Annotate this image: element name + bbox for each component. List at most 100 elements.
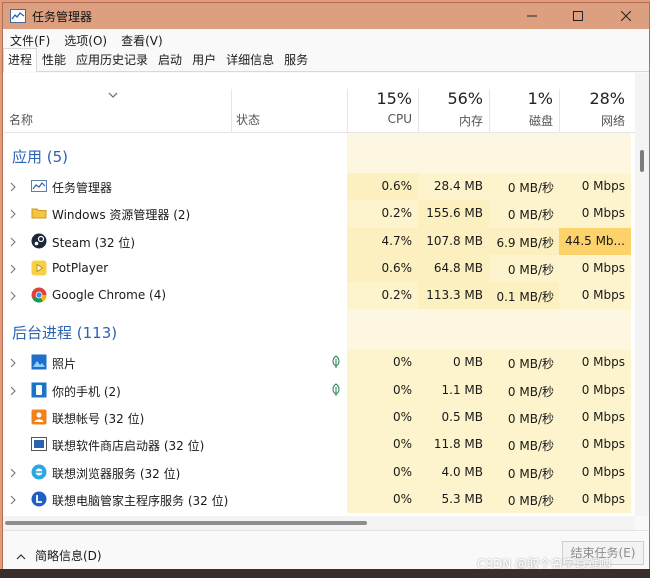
- suspended-leaf-icon: [331, 355, 341, 372]
- menu-file[interactable]: 文件(F): [3, 32, 57, 49]
- disk-value: 0 MB/秒: [507, 208, 554, 223]
- chrome-icon: [31, 287, 47, 303]
- table-row[interactable]: Windows 资源管理器 (2) 0.2% 155.6 MB 0 MB/秒 0…: [3, 200, 635, 228]
- tab-performance[interactable]: 性能: [37, 48, 71, 71]
- horizontal-scroll-thumb[interactable]: [5, 521, 367, 525]
- expand-chevron-icon[interactable]: [10, 385, 16, 399]
- tab-details[interactable]: 详细信息: [221, 48, 279, 71]
- tab-startup[interactable]: 启动: [153, 48, 187, 71]
- cpu-label: CPU: [387, 112, 412, 126]
- steam-icon: [31, 233, 47, 249]
- memory-total-pct: 56%: [447, 89, 483, 108]
- expand-chevron-icon[interactable]: [10, 467, 16, 481]
- disk-value: 6.9 MB/秒: [496, 235, 554, 250]
- watermark-text: CSDN @取个名字真难呐: [477, 557, 612, 570]
- process-name: PotPlayer: [52, 260, 109, 275]
- taskbar: [0, 569, 650, 578]
- chevron-up-icon[interactable]: [16, 549, 26, 563]
- table-row[interactable]: 联想浏览器服务 (32 位) 0% 4.0 MB 0 MB/秒 0 Mbps: [3, 458, 635, 486]
- column-cpu[interactable]: 15% CPU: [347, 73, 418, 132]
- process-name: 你的手机 (2): [52, 384, 121, 399]
- task-manager-window: 任务管理器 文件(F) 选项(O) 查看(V) 进程 性能 应用历史记录 启动 …: [2, 2, 650, 570]
- group-header-background[interactable]: 后台进程 (113): [3, 309, 635, 350]
- table-row[interactable]: 你的手机 (2) 0% 1.1 MB 0 MB/秒 0 Mbps: [3, 376, 635, 405]
- vertical-scrollbar[interactable]: [635, 73, 649, 516]
- maximize-button[interactable]: [555, 3, 601, 29]
- tab-users[interactable]: 用户: [187, 48, 221, 71]
- table-row[interactable]: 任务管理器 0.6% 28.4 MB 0 MB/秒 0 Mbps: [3, 173, 635, 201]
- process-rows: 应用 (5) 任务管理器 0.6% 28.4 MB 0 MB/秒 0 Mbps …: [3, 133, 635, 514]
- disk-value: 0 MB/秒: [507, 466, 554, 481]
- expand-chevron-icon[interactable]: [10, 208, 16, 222]
- cpu-value: 0%: [392, 464, 412, 479]
- disk-total-pct: 1%: [527, 89, 553, 108]
- your-phone-icon: [31, 382, 47, 398]
- column-disk[interactable]: 1% 磁盘: [489, 73, 559, 132]
- process-name: 联想浏览器服务 (32 位): [52, 466, 181, 481]
- disk-value: 0 MB/秒: [507, 493, 554, 508]
- sort-chevron-down-icon[interactable]: [108, 87, 118, 101]
- table-row[interactable]: Steam (32 位) 4.7% 107.8 MB 6.9 MB/秒 44.5…: [3, 227, 635, 255]
- task-manager-icon: [31, 178, 47, 194]
- cpu-value: 0.2%: [381, 206, 413, 221]
- menu-options[interactable]: 选项(O): [57, 32, 114, 49]
- column-name[interactable]: 名称: [9, 111, 33, 128]
- tab-services[interactable]: 服务: [279, 48, 313, 71]
- expand-chevron-icon[interactable]: [10, 236, 16, 250]
- group-header-apps[interactable]: 应用 (5): [3, 133, 635, 173]
- tab-strip: 进程 性能 应用历史记录 启动 用户 详细信息 服务: [3, 48, 649, 72]
- column-memory[interactable]: 56% 内存: [418, 73, 489, 132]
- brief-info-toggle[interactable]: 简略信息(D): [35, 547, 102, 564]
- horizontal-scrollbar[interactable]: [3, 516, 635, 530]
- column-status[interactable]: 状态: [236, 111, 260, 128]
- memory-value: 113.3 MB: [426, 288, 483, 303]
- expand-chevron-icon[interactable]: [10, 181, 16, 195]
- network-value: 0 Mbps: [581, 260, 625, 275]
- memory-value: 28.4 MB: [433, 179, 483, 193]
- table-row[interactable]: 联想帐号 (32 位) 0% 0.5 MB 0 MB/秒 0 Mbps: [3, 404, 635, 432]
- cpu-total-pct: 15%: [376, 89, 412, 108]
- expand-chevron-icon[interactable]: [10, 494, 16, 508]
- expand-chevron-icon[interactable]: [10, 290, 16, 304]
- column-network[interactable]: 28% 网络: [559, 73, 631, 132]
- table-row[interactable]: 联想软件商店启动器 (32 位) 0% 11.8 MB 0 MB/秒 0 Mbp…: [3, 431, 635, 459]
- tab-app-history[interactable]: 应用历史记录: [71, 48, 153, 71]
- expand-chevron-icon[interactable]: [10, 357, 16, 371]
- network-total-pct: 28%: [589, 89, 625, 108]
- disk-value: 0 MB/秒: [507, 357, 554, 372]
- minimize-button[interactable]: [509, 3, 555, 29]
- network-value: 0 Mbps: [581, 355, 625, 370]
- folder-icon: [31, 205, 47, 221]
- table-row[interactable]: 照片 0% 0 MB 0 MB/秒 0 Mbps: [3, 349, 635, 377]
- cpu-value: 0.6%: [381, 179, 413, 193]
- close-button[interactable]: [603, 3, 649, 29]
- network-value: 44.5 Mb...: [565, 233, 625, 248]
- process-table: 名称 状态 15% CPU 56% 内存 1% 磁盘 28% 网络 应用 (5)…: [3, 73, 635, 516]
- cpu-value: 0%: [392, 437, 412, 452]
- column-header-row: 名称 状态 15% CPU 56% 内存 1% 磁盘 28% 网络: [3, 73, 635, 133]
- expand-chevron-icon[interactable]: [10, 263, 16, 277]
- disk-value: 0 MB/秒: [507, 181, 554, 195]
- cpu-value: 0.6%: [381, 260, 413, 275]
- process-name: Windows 资源管理器 (2): [52, 208, 191, 223]
- process-name: 联想帐号 (32 位): [52, 412, 145, 427]
- vertical-scroll-thumb[interactable]: [640, 150, 644, 172]
- process-name: Steam (32 位): [52, 235, 136, 250]
- potplayer-icon: [31, 260, 47, 276]
- tab-processes[interactable]: 进程: [3, 48, 38, 72]
- table-row[interactable]: 联想电脑管家主程序服务 (32 位) 0% 5.3 MB 0 MB/秒 0 Mb…: [3, 485, 635, 514]
- suspended-leaf-icon: [331, 383, 341, 400]
- cpu-value: 0.2%: [381, 288, 413, 303]
- memory-value: 5.3 MB: [441, 491, 483, 506]
- memory-value: 0 MB: [452, 355, 483, 370]
- disk-value: 0.1 MB/秒: [496, 290, 554, 305]
- window-title: 任务管理器: [32, 9, 93, 24]
- process-name: Google Chrome (4): [52, 288, 167, 303]
- table-row[interactable]: PotPlayer 0.6% 64.8 MB 0 MB/秒 0 Mbps: [3, 254, 635, 283]
- menu-view[interactable]: 查看(V): [114, 32, 170, 49]
- memory-value: 4.0 MB: [441, 464, 483, 479]
- disk-value: 0 MB/秒: [507, 412, 554, 427]
- network-value: 0 Mbps: [581, 382, 625, 397]
- group-label-apps: 应用 (5): [12, 148, 69, 166]
- table-row[interactable]: Google Chrome (4) 0.2% 113.3 MB 0.1 MB/秒…: [3, 282, 635, 310]
